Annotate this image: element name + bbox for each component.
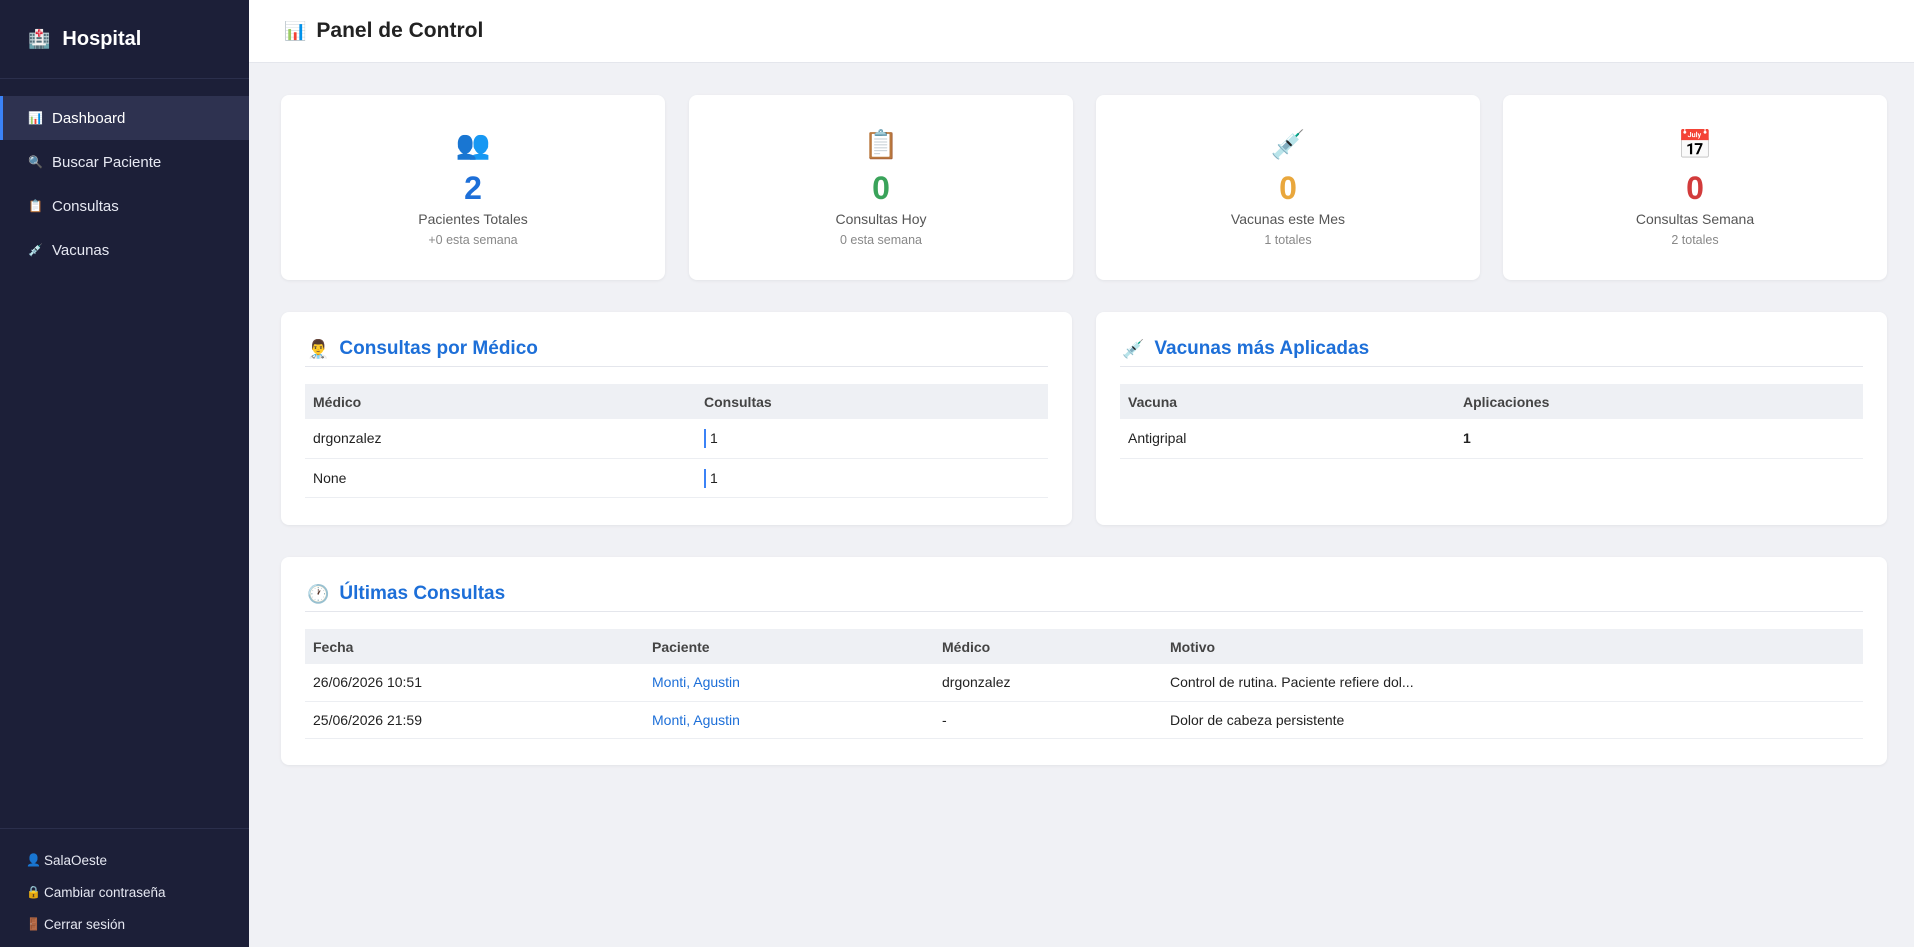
- page-title: Panel de Control: [316, 19, 484, 42]
- column-header: Consultas: [696, 384, 1048, 419]
- doctor-icon: 👨‍⚕️: [307, 338, 330, 359]
- sidebar-item-label: Buscar Paciente: [52, 153, 162, 171]
- vacunas-table: Vacuna Aplicaciones Antigripal 1: [1120, 384, 1863, 459]
- sidebar-item-vacunas[interactable]: 💉 Vacunas: [0, 228, 249, 272]
- sidebar: 🏥 Hospital 📊 Dashboard 🔍 Buscar Paciente…: [0, 0, 249, 947]
- clipboard-icon: 📋: [863, 129, 899, 160]
- sidebar-nav: 📊 Dashboard 🔍 Buscar Paciente 📋 Consulta…: [0, 96, 249, 272]
- panel-title: Consultas por Médico: [339, 338, 538, 359]
- people-icon: 👥: [455, 129, 491, 160]
- change-password-link[interactable]: 🔒 Cambiar contraseña: [0, 876, 249, 908]
- panel-header: 🕐 Últimas Consultas: [305, 577, 1863, 612]
- chart-icon: 📊: [28, 111, 43, 125]
- motivo-cell: Control de rutina. Paciente refiere dol.…: [1162, 664, 1863, 702]
- logout-link[interactable]: 🚪 Cerrar sesión: [0, 908, 249, 940]
- hospital-icon: 🏥: [28, 28, 51, 49]
- syringe-icon: 💉: [1270, 129, 1306, 160]
- consultas-medico-table: Médico Consultas drgonzalez 1 None 1: [305, 384, 1048, 498]
- search-icon: 🔍: [28, 155, 43, 169]
- stat-sub: +0 esta semana: [428, 233, 518, 247]
- syringe-icon: 💉: [28, 243, 43, 257]
- consultas-por-medico-panel: 👨‍⚕️ Consultas por Médico Médico Consult…: [281, 312, 1072, 525]
- stat-label: Consultas Hoy: [835, 211, 927, 227]
- panel-title: Vacunas más Aplicadas: [1154, 338, 1370, 359]
- stat-card-pacientes: 👥 2 Pacientes Totales +0 esta semana: [281, 95, 665, 280]
- column-header: Vacuna: [1120, 384, 1455, 419]
- brand[interactable]: 🏥 Hospital: [0, 0, 249, 79]
- consultas-cell: 1: [696, 419, 1048, 459]
- syringe-icon: 💉: [1122, 338, 1145, 359]
- sidebar-item-label: Dashboard: [52, 109, 126, 127]
- chart-icon: 📊: [284, 20, 307, 41]
- consultas-cell: 1: [696, 458, 1048, 498]
- calendar-icon: 📅: [1677, 129, 1713, 160]
- sidebar-item-label: Consultas: [52, 197, 119, 215]
- table-row: 26/06/2026 10:51 Monti, Agustin drgonzal…: [305, 664, 1863, 702]
- stat-value: 2: [464, 170, 482, 206]
- paciente-link[interactable]: Monti, Agustin: [644, 664, 934, 702]
- sidebar-item-buscar-paciente[interactable]: 🔍 Buscar Paciente: [0, 140, 249, 184]
- sidebar-item-dashboard[interactable]: 📊 Dashboard: [0, 96, 249, 140]
- stat-sub: 2 totales: [1671, 233, 1719, 247]
- change-password-label: Cambiar contraseña: [44, 884, 166, 900]
- lock-icon: 🔒: [26, 885, 41, 899]
- ultimas-consultas-table: Fecha Paciente Médico Motivo 26/06/2026 …: [305, 629, 1863, 739]
- stat-label: Vacunas este Mes: [1230, 211, 1346, 227]
- user-name[interactable]: 👤 SalaOeste: [0, 844, 249, 876]
- medico-cell: -: [934, 701, 1162, 739]
- table-row: None 1: [305, 458, 1048, 498]
- sidebar-footer: 👤 SalaOeste 🔒 Cambiar contraseña 🚪 Cerra…: [0, 828, 249, 947]
- stat-value: 0: [1686, 170, 1704, 206]
- door-icon: 🚪: [26, 917, 41, 931]
- logout-label: Cerrar sesión: [44, 916, 126, 932]
- stat-label: Consultas Semana: [1635, 211, 1755, 227]
- column-header: Paciente: [644, 629, 934, 664]
- fecha-cell: 26/06/2026 10:51: [305, 664, 644, 702]
- ultimas-consultas-panel: 🕐 Últimas Consultas Fecha Paciente Médic…: [281, 557, 1887, 765]
- stat-sub: 1 totales: [1264, 233, 1312, 247]
- column-header: Aplicaciones: [1455, 384, 1863, 419]
- brand-title: Hospital: [62, 27, 142, 50]
- vacuna-cell: Antigripal: [1120, 419, 1455, 459]
- medico-cell: None: [305, 458, 696, 498]
- table-row: Antigripal 1: [1120, 419, 1863, 459]
- column-header: Motivo: [1162, 629, 1863, 664]
- column-header: Médico: [305, 384, 696, 419]
- fecha-cell: 25/06/2026 21:59: [305, 701, 644, 739]
- stat-card-consultas-semana: 📅 0 Consultas Semana 2 totales: [1503, 95, 1887, 280]
- panel-header: 👨‍⚕️ Consultas por Médico: [305, 332, 1048, 367]
- stat-card-vacunas-mes: 💉 0 Vacunas este Mes 1 totales: [1096, 95, 1480, 280]
- sidebar-item-label: Vacunas: [52, 241, 110, 259]
- user-name-label: SalaOeste: [44, 852, 108, 868]
- column-header: Fecha: [305, 629, 644, 664]
- medico-cell: drgonzalez: [934, 664, 1162, 702]
- aplicaciones-cell: 1: [1455, 419, 1863, 459]
- paciente-link[interactable]: Monti, Agustin: [644, 701, 934, 739]
- table-row: 25/06/2026 21:59 Monti, Agustin - Dolor …: [305, 701, 1863, 739]
- column-header: Médico: [934, 629, 1162, 664]
- stat-label: Pacientes Totales: [418, 211, 528, 227]
- motivo-cell: Dolor de cabeza persistente: [1162, 701, 1863, 739]
- stat-sub: 0 esta semana: [840, 233, 922, 247]
- medico-cell: drgonzalez: [305, 419, 696, 459]
- clipboard-icon: 📋: [28, 199, 43, 213]
- panel-title: Últimas Consultas: [339, 583, 506, 604]
- vacunas-mas-aplicadas-panel: 💉 Vacunas más Aplicadas Vacuna Aplicacio…: [1096, 312, 1887, 525]
- header: 📊 Panel de Control: [249, 0, 1914, 63]
- user-icon: 👤: [26, 853, 41, 867]
- table-row: drgonzalez 1: [305, 419, 1048, 459]
- stat-value: 0: [872, 170, 890, 206]
- sidebar-item-consultas[interactable]: 📋 Consultas: [0, 184, 249, 228]
- clock-icon: 🕐: [307, 583, 330, 604]
- stat-value: 0: [1279, 170, 1297, 206]
- stat-card-consultas-hoy: 📋 0 Consultas Hoy 0 esta semana: [689, 95, 1073, 280]
- panel-header: 💉 Vacunas más Aplicadas: [1120, 332, 1863, 367]
